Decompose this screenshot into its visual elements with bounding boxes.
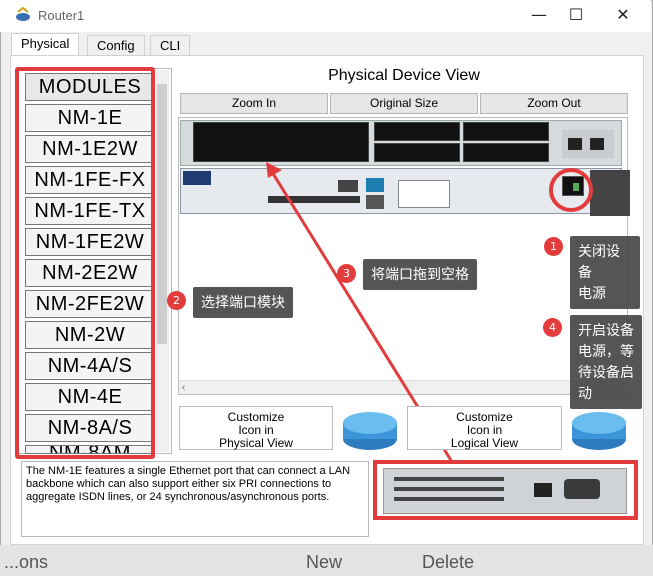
module-description: The NM-1E features a single Ethernet por… (21, 461, 369, 537)
router-icon-physical (341, 405, 399, 453)
customize-physical-icon-button[interactable]: Customize Icon in Physical View (179, 406, 333, 450)
customize-logical-icon-button[interactable]: Customize Icon in Logical View (407, 406, 562, 450)
rj45-port-icon (534, 483, 552, 497)
nm-1e-module-image[interactable] (383, 468, 627, 514)
delete-button[interactable]: Delete (422, 552, 474, 573)
serial-port-icon (564, 479, 600, 499)
module-image-highlight[interactable] (373, 460, 638, 520)
new-button[interactable]: New (306, 552, 342, 573)
bottom-partial-label: ...ons (4, 552, 49, 572)
router-icon-logical (570, 405, 628, 453)
